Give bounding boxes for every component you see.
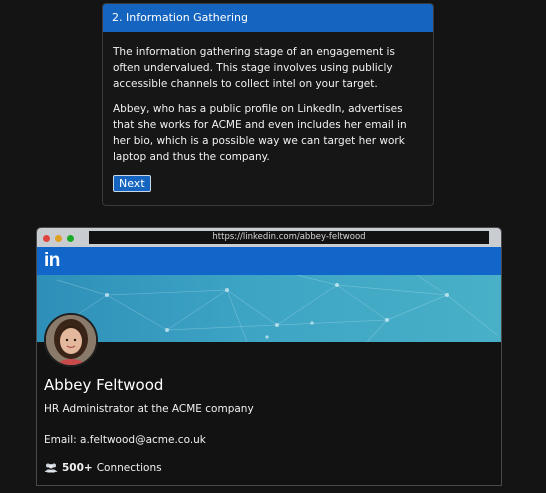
browser-title-bar: https://linkedin.com/abbey-feltwood <box>37 228 501 247</box>
users-icon <box>44 463 58 473</box>
connections-info[interactable]: 500+ Connections <box>44 462 162 474</box>
minimize-dot-icon[interactable] <box>55 235 62 242</box>
profile-name: Abbey Feltwood <box>44 376 164 394</box>
connections-count: 500+ <box>62 462 93 474</box>
card-body: The information gathering stage of an en… <box>103 32 433 192</box>
profile-banner <box>37 275 501 342</box>
connections-label: Connections <box>96 462 162 474</box>
browser-window: https://linkedin.com/abbey-feltwood in A… <box>36 227 502 486</box>
card-paragraph-1: The information gathering stage of an en… <box>113 46 395 90</box>
profile-photo-icon <box>46 315 96 365</box>
card-title: 2. Information Gathering <box>103 4 433 32</box>
linkedin-nav: in <box>37 247 501 275</box>
card-paragraph-2: Abbey, who has a public profile on Linke… <box>113 103 407 163</box>
avatar[interactable] <box>44 313 98 367</box>
address-bar[interactable]: https://linkedin.com/abbey-feltwood <box>89 231 489 244</box>
network-pattern-icon <box>46 275 498 342</box>
linkedin-logo-icon[interactable]: in <box>44 250 60 272</box>
profile-email: Email: a.feltwood@acme.co.uk <box>44 434 206 446</box>
next-button[interactable]: Next <box>113 175 151 192</box>
close-dot-icon[interactable] <box>43 235 50 242</box>
profile-headline: HR Administrator at the ACME company <box>44 403 254 415</box>
instruction-card: 2. Information Gathering The information… <box>102 3 434 206</box>
maximize-dot-icon[interactable] <box>67 235 74 242</box>
